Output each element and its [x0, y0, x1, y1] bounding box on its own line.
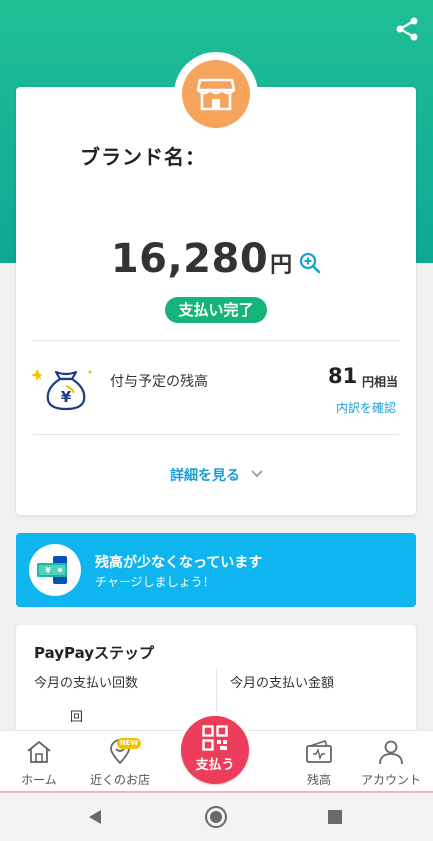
step-title: PayPayステップ — [34, 644, 155, 662]
charge-subtitle: チャージしましょう！ — [95, 575, 215, 589]
qr-code-icon — [202, 725, 228, 751]
svg-text:¥: ¥ — [61, 388, 72, 406]
monthly-amount-label: 今月の支払い金額 — [230, 676, 335, 691]
money-bag-icon: ¥ — [32, 370, 92, 411]
divider — [33, 434, 399, 435]
wallet-icon — [306, 740, 332, 763]
shop-icon — [196, 78, 236, 111]
person-icon — [379, 740, 403, 765]
brand-name-label: ブランド名： — [80, 145, 206, 169]
charge-icon-circle: ¥ — [29, 544, 81, 596]
pay-button[interactable]: 支払う — [181, 716, 249, 784]
details-link[interactable]: 詳細を見る — [170, 465, 240, 485]
tab-home-label: ホーム — [21, 773, 57, 787]
points-value: 81 — [328, 364, 358, 388]
monthly-count-unit: 回 — [70, 710, 84, 725]
amount-unit: 円 — [270, 253, 293, 278]
share-icon[interactable] — [393, 15, 421, 43]
chevron-down-icon[interactable] — [250, 466, 264, 480]
points-unit: 円相当 — [362, 375, 399, 389]
tab-home[interactable]: ホーム — [3, 731, 75, 793]
tab-account[interactable]: アカウント — [355, 731, 427, 793]
tab-account-label: アカウント — [360, 773, 421, 787]
home-icon — [27, 741, 51, 763]
charge-title: 残高が少なくなっています — [95, 555, 263, 571]
new-badge: NEW — [117, 738, 141, 749]
payment-amount: 16,280 円 — [0, 236, 433, 282]
pay-button-label: 支払う — [195, 758, 235, 773]
charge-banner[interactable]: ¥ 残高が少なくなっています チャージしましょう！ — [16, 533, 416, 607]
tab-balance[interactable]: 残高 — [283, 731, 355, 793]
zoom-icon[interactable] — [298, 251, 322, 275]
recents-icon[interactable] — [322, 804, 348, 830]
shop-badge — [174, 52, 258, 136]
charge-card-icon: ¥ — [37, 556, 67, 584]
amount-value: 16,280 — [110, 236, 269, 282]
monthly-count-label: 今月の支払い回数 — [34, 676, 139, 691]
status-badge: 支払い完了 — [165, 297, 267, 323]
android-nav-bar — [0, 793, 433, 841]
svg-text:¥: ¥ — [45, 566, 51, 575]
points-label: 付与予定の残高 — [110, 374, 208, 390]
tab-nearby-label: 近くのお店 — [89, 773, 150, 787]
divider — [33, 340, 399, 341]
back-icon[interactable] — [82, 804, 108, 830]
home-circle-icon[interactable] — [203, 804, 229, 830]
tab-balance-label: 残高 — [306, 773, 331, 787]
breakdown-link[interactable]: 内訳を確認 — [336, 399, 396, 416]
